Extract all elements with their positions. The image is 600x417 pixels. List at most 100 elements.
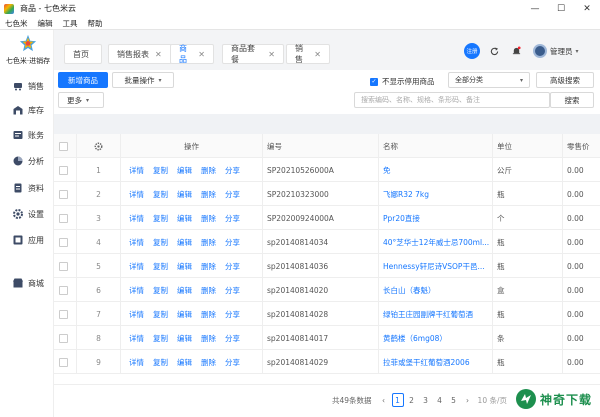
avatar[interactable] bbox=[532, 40, 548, 62]
tab-home[interactable]: 首页 bbox=[64, 44, 102, 64]
share-link[interactable]: 分享 bbox=[225, 333, 240, 344]
row-checkbox[interactable] bbox=[59, 278, 75, 302]
detail-link[interactable]: 详情 bbox=[129, 261, 144, 272]
page-5[interactable]: 5 bbox=[448, 393, 460, 407]
header-price[interactable]: 零售价 bbox=[562, 134, 600, 158]
close-icon[interactable]: ✕ bbox=[268, 50, 275, 59]
delete-link[interactable]: 删除 bbox=[201, 309, 216, 320]
edit-link[interactable]: 编辑 bbox=[177, 165, 192, 176]
row-checkbox[interactable] bbox=[59, 182, 75, 206]
detail-link[interactable]: 详情 bbox=[129, 285, 144, 296]
delete-link[interactable]: 删除 bbox=[201, 165, 216, 176]
menu-tools[interactable]: 工具 bbox=[58, 18, 83, 29]
detail-link[interactable]: 详情 bbox=[129, 237, 144, 248]
share-link[interactable]: 分享 bbox=[225, 237, 240, 248]
edit-link[interactable]: 编辑 bbox=[177, 189, 192, 200]
row-checkbox[interactable] bbox=[59, 326, 75, 350]
page-3[interactable]: 3 bbox=[420, 393, 432, 407]
page-4[interactable]: 4 bbox=[434, 393, 446, 407]
batch-actions-button[interactable]: 批量操作 ▾ bbox=[112, 72, 174, 88]
sidebar-item-apps[interactable]: 应用 bbox=[0, 231, 54, 249]
sidebar-item-store[interactable]: 商城 bbox=[0, 274, 54, 292]
row-name[interactable]: Hennessy轩尼诗VSOP干邑... bbox=[378, 254, 492, 278]
row-name[interactable]: Ppr20直接 bbox=[378, 206, 492, 230]
page-2[interactable]: 2 bbox=[406, 393, 418, 407]
sidebar-item-settings[interactable]: 设置 bbox=[0, 205, 54, 223]
close-icon[interactable]: ✕ bbox=[155, 50, 162, 59]
more-button[interactable]: 更多 ▾ bbox=[58, 92, 104, 108]
row-name[interactable]: 黄鹤楼（6mg08） bbox=[378, 326, 492, 350]
edit-link[interactable]: 编辑 bbox=[177, 357, 192, 368]
share-link[interactable]: 分享 bbox=[225, 285, 240, 296]
delete-link[interactable]: 删除 bbox=[201, 333, 216, 344]
header-name[interactable]: 名称 bbox=[378, 134, 492, 158]
share-link[interactable]: 分享 bbox=[225, 213, 240, 224]
sidebar-item-accounts[interactable]: 账务 bbox=[0, 126, 54, 144]
menu-app[interactable]: 七色米 bbox=[0, 18, 33, 29]
row-checkbox[interactable] bbox=[59, 206, 75, 230]
sidebar-item-profile[interactable]: 资料 bbox=[0, 179, 54, 197]
edit-link[interactable]: 编辑 bbox=[177, 261, 192, 272]
row-checkbox[interactable] bbox=[59, 350, 75, 374]
row-name[interactable]: 免 bbox=[378, 158, 492, 182]
maximize-button[interactable]: ☐ bbox=[548, 0, 574, 17]
row-checkbox[interactable] bbox=[59, 302, 75, 326]
share-link[interactable]: 分享 bbox=[225, 261, 240, 272]
prev-page-button[interactable]: ‹ bbox=[378, 393, 390, 407]
table-row[interactable]: 2 详情 复制 编辑 删除 分享 SP20210323000 飞娜R32 7kg 瓶 0.00 bbox=[54, 182, 600, 206]
delete-link[interactable]: 删除 bbox=[201, 213, 216, 224]
tab-sales-report[interactable]: 销售报表 ✕ bbox=[108, 44, 172, 64]
table-row[interactable]: 5 详情 复制 编辑 删除 分享 sp20140814036 Hennessy轩尼诗VSOP干… bbox=[54, 254, 600, 278]
bell-icon[interactable] bbox=[508, 40, 524, 62]
page-1[interactable]: 1 bbox=[391, 393, 404, 407]
hide-disabled-checkbox[interactable]: ✓ 不显示停用商品 bbox=[370, 76, 435, 87]
row-name[interactable]: 拉菲或堡干红葡萄酒2006 bbox=[378, 350, 492, 374]
table-row[interactable]: 8 详情 复制 编辑 删除 分享 sp20140814017 黄鹤楼（6mg08）条 0.00 bbox=[54, 326, 600, 350]
menu-help[interactable]: 帮助 bbox=[83, 18, 108, 29]
search-button[interactable]: 搜索 bbox=[550, 92, 594, 108]
table-row[interactable]: 9 详情 复制 编辑 删除 分享 sp20140814029 拉菲或堡干红葡萄酒2006 瓶 0.… bbox=[54, 350, 600, 374]
close-icon[interactable]: ✕ bbox=[314, 50, 321, 59]
share-link[interactable]: 分享 bbox=[225, 165, 240, 176]
category-select[interactable]: 全部分类 ▾ bbox=[448, 72, 530, 88]
copy-link[interactable]: 复制 bbox=[153, 165, 168, 176]
minimize-button[interactable]: — bbox=[522, 0, 548, 17]
menu-edit[interactable]: 编辑 bbox=[33, 18, 58, 29]
user-menu[interactable]: 管理员 ▾ bbox=[550, 40, 594, 62]
detail-link[interactable]: 详情 bbox=[129, 213, 144, 224]
share-link[interactable]: 分享 bbox=[225, 309, 240, 320]
table-row[interactable]: 6 详情 复制 编辑 删除 分享 sp20140814020 长白山（春魁）盒 0.00 bbox=[54, 278, 600, 302]
row-checkbox[interactable] bbox=[59, 158, 75, 182]
row-name[interactable]: 飞娜R32 7kg bbox=[378, 182, 492, 206]
add-product-button[interactable]: 新增商品 bbox=[58, 72, 108, 88]
edit-link[interactable]: 编辑 bbox=[177, 309, 192, 320]
delete-link[interactable]: 删除 bbox=[201, 189, 216, 200]
next-page-button[interactable]: › bbox=[462, 393, 474, 407]
edit-link[interactable]: 编辑 bbox=[177, 237, 192, 248]
row-name[interactable]: 绿铂王庄园副牌干红葡萄酒 bbox=[378, 302, 492, 326]
delete-link[interactable]: 删除 bbox=[201, 237, 216, 248]
copy-link[interactable]: 复制 bbox=[153, 237, 168, 248]
table-row[interactable]: 4 详情 复制 编辑 删除 分享 sp20140814034 40°芝华士12年威士忌700m… bbox=[54, 230, 600, 254]
row-name[interactable]: 长白山（春魁） bbox=[378, 278, 492, 302]
row-checkbox[interactable] bbox=[59, 254, 75, 278]
tab-product-bundles[interactable]: 商品套餐 ✕ bbox=[222, 44, 284, 64]
edit-link[interactable]: 编辑 bbox=[177, 285, 192, 296]
share-link[interactable]: 分享 bbox=[225, 357, 240, 368]
tab-products[interactable]: 商品 ✕ bbox=[170, 44, 214, 64]
column-settings-icon[interactable] bbox=[76, 134, 120, 158]
copy-link[interactable]: 复制 bbox=[153, 357, 168, 368]
detail-link[interactable]: 详情 bbox=[129, 189, 144, 200]
copy-link[interactable]: 复制 bbox=[153, 261, 168, 272]
edit-link[interactable]: 编辑 bbox=[177, 333, 192, 344]
delete-link[interactable]: 删除 bbox=[201, 261, 216, 272]
copy-link[interactable]: 复制 bbox=[153, 189, 168, 200]
copy-link[interactable]: 复制 bbox=[153, 213, 168, 224]
copy-link[interactable]: 复制 bbox=[153, 333, 168, 344]
copy-link[interactable]: 复制 bbox=[153, 285, 168, 296]
sidebar-item-inventory[interactable]: 库存 bbox=[0, 101, 54, 119]
refresh-icon[interactable] bbox=[486, 40, 502, 62]
detail-link[interactable]: 详情 bbox=[129, 333, 144, 344]
sidebar-item-sales[interactable]: 销售 bbox=[0, 77, 54, 95]
register-badge[interactable]: 注册 bbox=[463, 40, 481, 62]
